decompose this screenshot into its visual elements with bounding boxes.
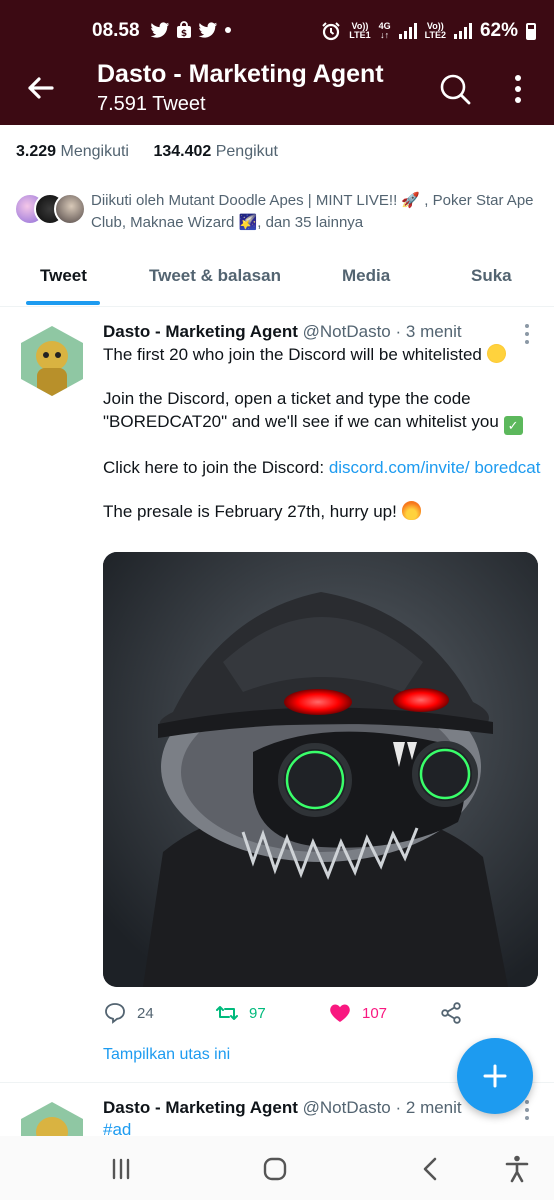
fire-emoji-icon <box>401 501 421 521</box>
heart-icon <box>330 1004 350 1022</box>
notification-icons: $ <box>150 21 232 39</box>
tweet-author-name[interactable]: Dasto - Marketing Agent <box>103 1098 298 1117</box>
network-4g: 4G ↓↑ <box>378 21 391 40</box>
home-icon[interactable] <box>260 1154 290 1184</box>
tweet-actions: 24 97 107 <box>103 1001 543 1027</box>
reply-button[interactable]: 24 <box>103 1001 154 1025</box>
tab-media[interactable]: Media <box>342 266 390 286</box>
tab-tweet[interactable]: Tweet <box>40 266 87 286</box>
follower-avatars <box>14 193 88 227</box>
plus-icon <box>483 1064 507 1088</box>
tweet-text: The first 20 who join the Discord will b… <box>103 344 543 546</box>
back-nav-icon[interactable] <box>416 1154 446 1184</box>
tweet-count: 7.591 Tweet <box>97 93 206 115</box>
avatar[interactable] <box>17 1102 87 1136</box>
twitter-notification-icon-2 <box>198 21 218 38</box>
followed-by-text: Diikuti oleh Mutant Doodle Apes | MINT L… <box>91 192 534 231</box>
tweet-handle[interactable]: @NotDasto <box>303 322 391 341</box>
retweet-count: 97 <box>249 1004 266 1022</box>
status-time: 08.58 <box>92 20 140 41</box>
shop-notification-icon: $ <box>177 21 191 39</box>
recent-apps-icon[interactable] <box>106 1154 136 1184</box>
share-icon <box>441 1002 461 1024</box>
tweet-image[interactable] <box>103 552 538 987</box>
signal-icon-2 <box>453 23 472 39</box>
sim1-indicator: Vo)) LTE1 <box>349 21 371 40</box>
followed-by[interactable]: Diikuti oleh Mutant Doodle Apes | MINT L… <box>14 190 544 236</box>
retweet-button[interactable]: 97 <box>215 1001 266 1025</box>
following-label: Mengikuti <box>60 143 129 160</box>
sim2-indicator: Vo)) LTE2 <box>424 21 446 40</box>
svg-text:$: $ <box>181 29 187 39</box>
search-icon[interactable] <box>438 72 472 106</box>
followers-count: 134.402 <box>153 143 212 160</box>
avatar[interactable] <box>17 326 87 396</box>
more-vertical-icon[interactable] <box>520 322 534 346</box>
profile-tabs: Tweet Tweet & balasan Media Suka <box>0 253 554 307</box>
reply-icon <box>105 1003 125 1024</box>
avatar <box>54 193 86 225</box>
followers-label: Pengikut <box>215 143 278 160</box>
following-count: 3.229 <box>16 143 57 160</box>
retweet-icon <box>216 1006 238 1020</box>
tab-likes[interactable]: Suka <box>471 266 512 286</box>
show-thread-link[interactable]: Tampilkan utas ini <box>103 1046 230 1064</box>
follow-stats: 3.229 Mengikuti 134.402 Pengikut <box>16 143 298 161</box>
twitter-notification-icon <box>150 21 170 38</box>
tweet-line-3: Click here to join the Discord: <box>103 457 329 477</box>
more-vertical-icon[interactable] <box>508 72 528 106</box>
profile-title: Dasto - Marketing Agent <box>97 60 384 88</box>
dot-icon <box>225 27 231 33</box>
tweet-time: 3 menit <box>405 322 462 341</box>
star-struck-emoji-icon <box>486 344 506 363</box>
tweet-line-4: The presale is February 27th, hurry up! <box>103 502 397 522</box>
tweet-line-1: The first 20 who join the Discord will b… <box>103 345 482 364</box>
battery-icon <box>526 22 536 40</box>
discord-link[interactable]: discord.com/invite/ boredcat <box>329 458 541 477</box>
followers-link[interactable]: 134.402 Pengikut <box>153 143 278 160</box>
status-bar: 08.58 $ Vo)) LTE1 4G ↓↑ Vo)) LTE2 62% <box>0 0 554 60</box>
active-tab-indicator <box>26 301 100 305</box>
signal-icon <box>398 23 417 39</box>
check-mark-emoji-icon: ✓ <box>503 415 523 435</box>
tweet-header: Dasto - Marketing Agent @NotDasto · 2 me… <box>103 1098 462 1117</box>
masked-cat-image <box>103 552 538 987</box>
tweet-time: 2 menit <box>405 1098 462 1117</box>
app-header: 08.58 $ Vo)) LTE1 4G ↓↑ Vo)) LTE2 62% Dasto… <box>0 0 554 125</box>
hashtag-link[interactable]: #ad <box>103 1120 131 1136</box>
tweet-line-2: Join the Discord, open a ticket and type… <box>103 389 499 431</box>
like-button[interactable]: 107 <box>328 1001 387 1025</box>
status-right: Vo)) LTE1 4G ↓↑ Vo)) LTE2 62% <box>321 20 536 42</box>
like-count: 107 <box>362 1004 388 1022</box>
reply-count: 24 <box>137 1004 154 1022</box>
accessibility-icon[interactable] <box>502 1154 532 1184</box>
following-link[interactable]: 3.229 Mengikuti <box>16 143 129 160</box>
tweet-author-name[interactable]: Dasto - Marketing Agent <box>103 322 298 341</box>
tweet[interactable]: Dasto - Marketing Agent @NotDasto · 3 me… <box>0 308 554 1083</box>
compose-tweet-button[interactable] <box>457 1038 533 1114</box>
system-navigation-bar <box>0 1136 554 1200</box>
arrow-left-icon[interactable] <box>22 70 58 106</box>
tweet-header: Dasto - Marketing Agent @NotDasto · 3 me… <box>103 322 462 341</box>
tweet-handle[interactable]: @NotDasto <box>303 1098 391 1117</box>
share-button[interactable] <box>439 1001 463 1025</box>
tab-tweet-replies[interactable]: Tweet & balasan <box>149 266 281 286</box>
battery-percent: 62% <box>479 20 518 41</box>
alarm-icon <box>322 22 340 41</box>
